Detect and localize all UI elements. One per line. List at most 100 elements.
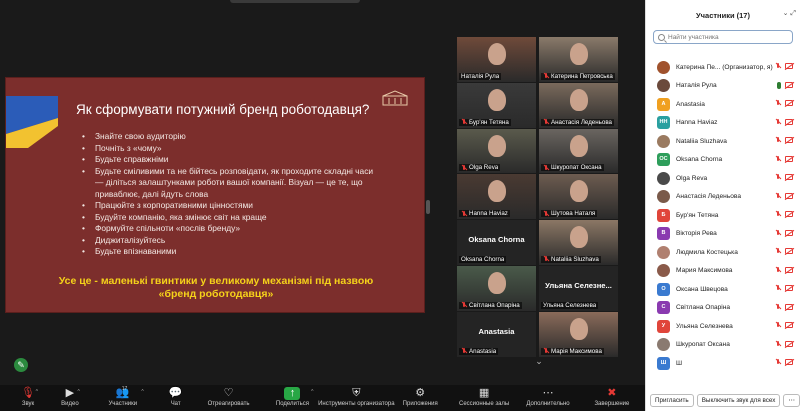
caret-up-icon[interactable]: ^ [36,389,38,395]
invite-button[interactable]: Пригласить [650,394,694,407]
more-options-button[interactable]: ⋯ [783,394,800,407]
toolbar-button-инструменты-организатора[interactable]: ⛨ Инструменты организатора [318,387,394,407]
participant-status-icons [775,340,793,347]
toolbar-button-видео[interactable]: ▶ ^ Видео [52,387,88,407]
participant-row[interactable]: С Світлана Опаріна [646,299,800,318]
participant-status-icons [775,303,793,310]
participant-name: Ш [676,359,683,367]
split-resize-handle[interactable] [426,200,430,214]
tile-participant-name: Світлана Опаріна [469,301,520,309]
video-tile[interactable]: Hanna Haviaz [457,174,536,220]
toolbar-button-поделиться[interactable]: ↑ ^ Поделиться [263,387,321,407]
participant-name: Оксана Швецова [676,285,728,293]
participant-status-icons [775,285,793,291]
annotate-pen-icon[interactable]: ✎ [14,358,28,372]
video-tile[interactable]: Бур'ян Тетяна [457,82,536,128]
avatar: Б [657,208,670,222]
panel-expand-icon[interactable]: ⤢ [790,10,796,17]
toolbar-button-label: Завершение [594,401,630,407]
tile-namebar: Anastasia [459,347,499,355]
slide-summary: Усе це - маленькі гвинтики у великому ме… [36,275,396,301]
participant-search[interactable] [653,30,793,44]
gallery-scroll-down-icon[interactable]: ⌄ [533,356,545,366]
participant-row[interactable]: A Anastasia [646,95,800,114]
tile-namebar: Oksana Chorna [459,255,507,263]
tile-participant-name: Катерина Петровська [551,72,613,80]
participant-search-input[interactable] [668,33,788,41]
toolbar-button-сессионные-залы[interactable]: ▦ Сессионные залы [455,387,513,407]
slide-bullet: Будьте впізнаваними [82,246,382,258]
video-tile[interactable]: Анастасія Леденьова [539,82,618,128]
tile-namebar: Ульяна Селезнева [541,301,599,309]
mic-muted-icon [775,303,781,310]
participant-face [569,134,588,157]
toolbar-button-отреагировать[interactable]: ♡ Отреагировать [200,387,258,407]
participant-row[interactable]: HH Hanna Haviaz [646,114,800,133]
shared-screen-slide: Як сформувати потужний бренд роботодавця… [5,77,425,313]
participant-name: Ульяна Селезнева [676,322,733,330]
mic-muted-icon [461,302,467,308]
caret-up-icon[interactable]: ^ [78,389,80,395]
video-tile[interactable]: Шкуропат Оксана [539,128,618,174]
participant-row[interactable]: Б Бур'ян Тетяна [646,206,800,225]
panel-header: Участники (17) ⌄ ⤢ [646,0,800,30]
participant-list: Катерина Пе... (Организатор, я) Наталія Р… [646,58,800,388]
video-tile[interactable]: Anastasia Anastasia [457,311,536,357]
video-tile[interactable]: Світлана Опаріна [457,265,536,311]
toolbar-button-label: Поделиться [275,401,310,407]
tile-participant-name: Olga Reva [469,164,499,172]
video-tile[interactable]: Oksana Chorna Oksana Chorna [457,220,536,265]
toolbar-button-чат[interactable]: 💬 Чат [158,387,194,407]
avatar [657,134,670,148]
video-tile[interactable]: Наталія Рула [457,37,536,82]
zoom-meeting-window: Як сформувати потужний бренд роботодавця… [0,0,800,411]
participant-row[interactable]: Наталія Рула [646,77,800,96]
toolbar-button-приложения[interactable]: ⚙ Приложения [391,387,449,407]
video-off-icon [785,63,793,69]
mic-muted-icon [543,210,549,217]
participant-row[interactable]: ШШ [646,354,800,373]
participant-row[interactable]: Катерина Пе... (Организатор, я) [646,58,800,77]
toolbar-button-завершение[interactable]: ✖ Завершение [583,387,641,407]
panel-window-controls[interactable]: ⌄ ⤢ [783,9,796,18]
video-tile[interactable]: Nataliia Sluzhava [539,220,618,265]
top-drag-handle[interactable] [230,0,360,3]
participant-row[interactable]: В Вікторія Рева [646,225,800,244]
toolbar-button-участники[interactable]: 👥 17 ^ Участники [94,386,152,407]
participant-row[interactable]: Мария Максимова [646,262,800,281]
participant-row[interactable]: Nataliia Sluzhava [646,132,800,151]
video-off-icon [785,285,793,291]
toolbar-button-звук[interactable]: 🎙 ^ Звук [10,387,46,407]
avatar [657,171,670,185]
video-tile[interactable]: Катерина Петровська [539,37,618,82]
video-tile[interactable]: Olga Reva [457,128,536,174]
video-tile[interactable]: Шутова Наталя [539,174,618,220]
toolbar-button-дополнительно[interactable]: ⋯ Дополнительно [519,387,577,407]
participant-row[interactable]: О Оксана Швецова [646,280,800,299]
mic-muted-icon [775,322,781,328]
participant-row[interactable]: OC Oksana Chorna [646,151,800,170]
video-off-icon [785,303,793,310]
panel-popout-icon[interactable]: ⌄ [783,10,789,17]
video-off-icon [785,322,793,328]
participant-face [487,43,506,65]
participant-row[interactable]: Анастасія Леденьова [646,188,800,207]
avatar [657,190,670,204]
participant-row[interactable]: Шкуропат Оксана [646,336,800,355]
host-tools-icon: ⛨ [352,387,361,399]
caret-up-icon[interactable]: ^ [311,389,313,395]
participant-row[interactable]: Людмила Костецька [646,243,800,262]
caret-up-icon[interactable]: ^ [141,389,143,395]
mute-all-button[interactable]: Выключить звук для всех [696,394,781,407]
tile-namebar: Бур'ян Тетяна [459,118,511,126]
mic-muted-icon [775,192,781,199]
toolbar-button-label: Инструменты организатора [318,401,395,407]
avatar: A [657,97,670,111]
participant-row[interactable]: У Ульяна Селезнева [646,317,800,336]
participant-face [569,180,588,203]
video-off-icon [785,340,793,347]
video-tile[interactable]: Марiя Максимова [539,311,618,357]
participant-status-icons [775,359,793,365]
video-tile[interactable]: Ульяна Селезне... Ульяна Селезнева [539,265,618,311]
participant-row[interactable]: Olga Reva [646,169,800,188]
